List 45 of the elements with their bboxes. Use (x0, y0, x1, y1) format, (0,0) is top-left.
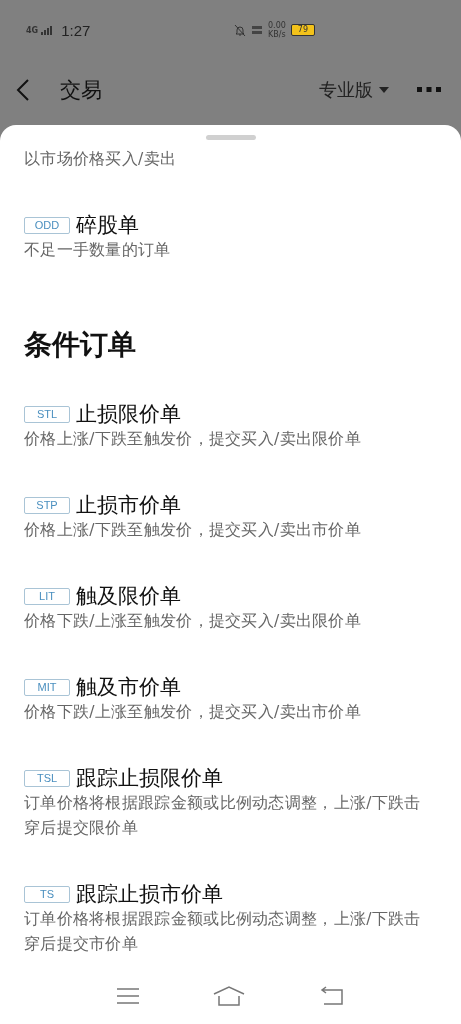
order-title: 止损限价单 (76, 401, 181, 428)
section-heading: 条件订单 (24, 327, 137, 363)
order-tag: MIT (24, 678, 70, 696)
order-description: 价格下跌/上涨至触发价，提交买入/卖出限价单 (24, 611, 363, 632)
menu-icon[interactable] (117, 987, 140, 1005)
page-title: 交易 (60, 77, 102, 104)
mode-dropdown[interactable]: 专业版 (319, 78, 389, 102)
more-icon[interactable] (417, 87, 441, 93)
order-type-item[interactable]: ODD 碎股单 不足一手数量的订单 (24, 212, 437, 263)
order-description: 订单价格将根据跟踪金额或比例动态调整，上涨/下跌击穿后提交市价单 (24, 909, 422, 955)
order-tag: STP (24, 496, 70, 514)
order-tag: TS (24, 885, 70, 903)
order-tag: ODD (24, 216, 70, 234)
order-type-item[interactable]: TS 跟踪止损市价单 订单价格将根据跟踪金额或比例动态调整，上涨/下跌击穿后提交市价单 (24, 881, 437, 957)
order-description: 以市场价格买入/卖出 (24, 149, 178, 170)
clock-time: 1:27 (61, 21, 91, 39)
order-type-item[interactable]: TSL 跟踪止损限价单 订单价格将根据跟踪金额或比例动态调整，上涨/下跌击穿后提交限价单 (24, 765, 437, 841)
back-icon[interactable] (319, 986, 344, 1006)
order-description: 价格上涨/下跌至触发价，提交买入/卖出限价单 (24, 429, 363, 450)
order-description: 订单价格将根据跟踪金额或比例动态调整，上涨/下跌击穿后提交限价单 (24, 793, 422, 839)
order-type-item[interactable]: STP 止损市价单 价格上涨/下跌至触发价，提交买入/卖出市价单 (24, 492, 437, 543)
order-title: 碎股单 (76, 212, 139, 239)
order-title: 止损市价单 (76, 492, 181, 519)
home-icon[interactable] (213, 986, 246, 1006)
order-tag: STL (24, 405, 70, 423)
order-title: 跟踪止损限价单 (76, 765, 223, 792)
order-type-item[interactable]: LIT 触及限价单 价格下跌/上涨至触发价，提交买入/卖出限价单 (24, 583, 437, 634)
back-icon[interactable] (16, 78, 30, 102)
battery-indicator: 79 (290, 24, 315, 36)
order-description: 不足一手数量的订单 (24, 240, 172, 261)
network-label: 4G (26, 25, 39, 35)
order-title: 触及市价单 (76, 674, 181, 701)
speed-unit: KB/s (268, 30, 286, 39)
order-type-item[interactable]: STL 止损限价单 价格上涨/下跌至触发价，提交买入/卖出限价单 (24, 401, 437, 452)
drag-handle[interactable] (205, 135, 256, 140)
order-tag: LIT (24, 587, 70, 605)
order-title: 跟踪止损市价单 (76, 881, 223, 908)
order-description: 价格下跌/上涨至触发价，提交买入/卖出市价单 (24, 702, 363, 723)
caret-icon (379, 87, 389, 93)
bell-off-icon (234, 23, 246, 37)
order-title: 触及限价单 (76, 583, 181, 610)
speed-value: 0.00 (268, 21, 286, 30)
order-type-item[interactable]: MIT 触及市价单 价格下跌/上涨至触发价，提交买入/卖出市价单 (24, 674, 437, 725)
order-tag: TSL (24, 769, 70, 787)
order-description: 价格上涨/下跌至触发价，提交买入/卖出市价单 (24, 520, 363, 541)
